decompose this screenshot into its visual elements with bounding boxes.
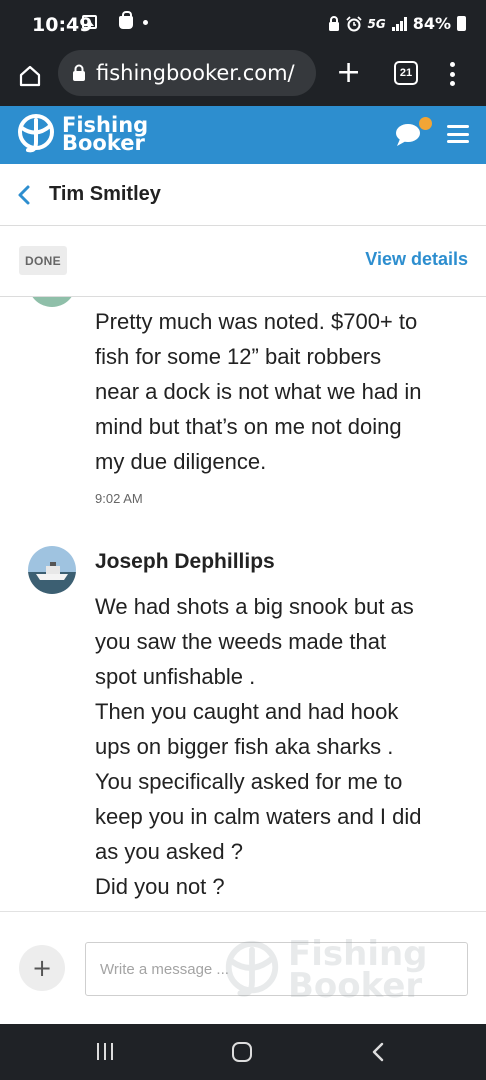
compose-bar: + Fishing Booker [0, 911, 486, 1024]
lock-icon [73, 64, 85, 81]
status-notification-icons [82, 10, 148, 29]
signal-icon [391, 16, 407, 31]
status-system-icons: 5G 84% [328, 14, 466, 33]
avatar [28, 546, 76, 594]
url-text: fishingbooker.com/ [96, 61, 295, 85]
logo-line-2: Booker [62, 131, 145, 155]
gallery-icon [82, 15, 97, 29]
recent-apps-icon[interactable] [97, 1043, 113, 1060]
status-bar: 10:49 5G 84% [0, 0, 486, 50]
browser-home-button[interactable] [14, 60, 46, 92]
boat-photo-avatar-icon [28, 546, 76, 594]
chat-bubble-icon [396, 124, 420, 146]
tab-switcher-button[interactable]: 21 [394, 61, 418, 85]
network-type: 5G [367, 16, 386, 31]
back-chevron-icon[interactable] [14, 183, 34, 207]
shopping-bag-icon [119, 10, 133, 29]
view-details-link[interactable]: View details [365, 249, 468, 270]
new-tab-plus-icon[interactable]: + [336, 58, 361, 88]
message-text: Pretty much was noted. $700+ to fish for… [95, 309, 422, 474]
more-notifications-dot-icon [143, 19, 148, 25]
battery-percent: 84% [412, 14, 451, 33]
home-nav-icon[interactable] [232, 1042, 252, 1062]
conversation-header: Tim Smitley [0, 164, 486, 226]
messages-button[interactable] [394, 122, 422, 153]
status-badge: DONE [19, 246, 67, 275]
home-icon [19, 65, 41, 87]
message-timestamp: 9:02 AM [95, 491, 143, 506]
browser-menu-kebab-icon[interactable] [448, 62, 456, 86]
attach-button[interactable]: + [19, 945, 65, 991]
system-navigation-bar [0, 1024, 486, 1080]
lock-badge-icon [328, 15, 339, 31]
message-text: We had shots a big snook but as you saw … [95, 594, 422, 899]
avatar [28, 297, 76, 307]
back-nav-icon[interactable] [370, 1041, 386, 1068]
sender-name: Joseph Dephillips [95, 550, 275, 573]
site-header: Fishing Booker [0, 106, 486, 164]
logo-wordmark: Fishing Booker [62, 115, 148, 155]
fishhook-logo-icon [18, 114, 54, 153]
battery-icon [457, 16, 466, 31]
booking-status-row: DONE View details [0, 227, 486, 297]
message-thread[interactable]: Pretty much was noted. $700+ to fish for… [0, 297, 486, 911]
fishingbooker-logo[interactable]: Fishing Booker [16, 112, 148, 156]
conversation-title: Tim Smitley [49, 183, 161, 205]
notification-dot [419, 117, 432, 130]
message-input[interactable] [85, 942, 468, 996]
browser-toolbar: fishingbooker.com/ + 21 [0, 50, 486, 106]
hamburger-menu-icon[interactable] [447, 125, 469, 143]
alarm-icon [345, 15, 362, 31]
address-bar[interactable]: fishingbooker.com/ [58, 50, 316, 96]
